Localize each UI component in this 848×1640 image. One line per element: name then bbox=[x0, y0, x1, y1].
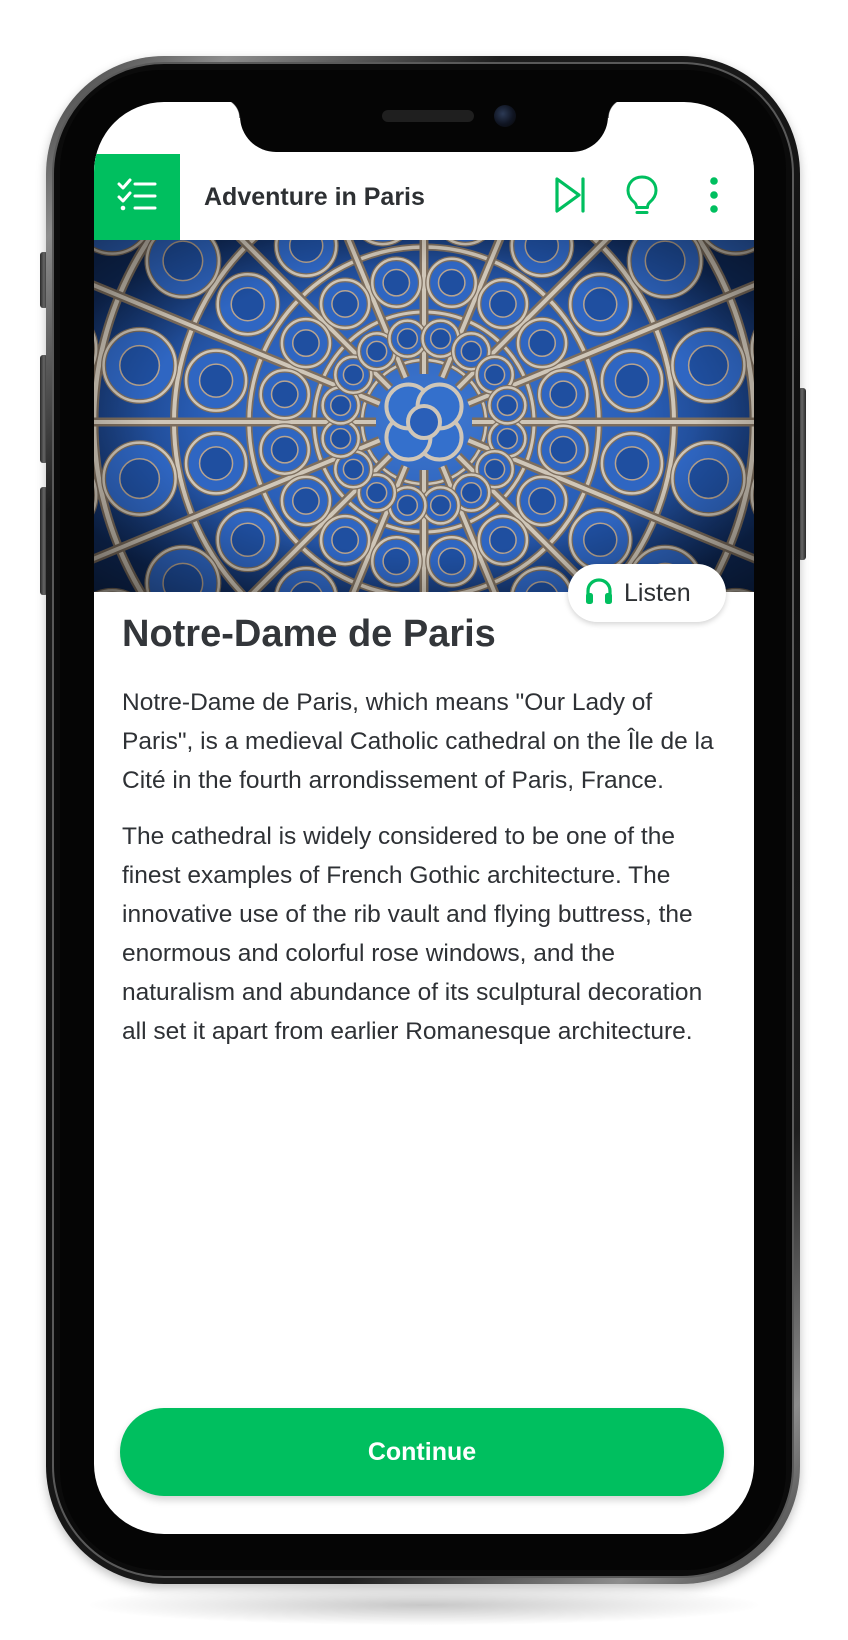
lightbulb-icon bbox=[625, 174, 659, 221]
listen-label: Listen bbox=[624, 578, 691, 607]
phone-screen: Adventure in Paris Listen Notre-Dame de … bbox=[94, 102, 754, 1534]
phone-shadow bbox=[90, 1585, 758, 1625]
app-title: Adventure in Paris bbox=[204, 182, 425, 211]
earpiece-speaker bbox=[382, 110, 474, 122]
article-paragraph: Notre-Dame de Paris, which means "Our La… bbox=[122, 689, 714, 794]
more-options-button[interactable] bbox=[692, 175, 736, 219]
checklist-icon bbox=[117, 178, 157, 217]
continue-label: Continue bbox=[367, 1437, 477, 1466]
app-header: Adventure in Paris bbox=[94, 154, 754, 240]
rose-window-illustration bbox=[94, 240, 754, 592]
skip-forward-icon bbox=[553, 175, 587, 220]
skip-button[interactable] bbox=[548, 175, 592, 219]
article-paragraph: The cathedral is widely considered to be… bbox=[122, 823, 703, 1045]
more-vertical-icon bbox=[708, 176, 720, 219]
notch bbox=[220, 102, 628, 152]
hero-image bbox=[94, 240, 754, 592]
headphones-icon bbox=[584, 577, 614, 610]
hint-button[interactable] bbox=[620, 175, 664, 219]
continue-button[interactable]: Continue bbox=[120, 1408, 724, 1496]
listen-button[interactable]: Listen bbox=[568, 564, 726, 622]
front-camera bbox=[494, 105, 516, 127]
stage: Adventure in Paris Listen Notre-Dame de … bbox=[0, 0, 848, 1640]
article-content: Notre-Dame de Paris Notre-Dame de Paris,… bbox=[122, 607, 722, 1051]
lesson-menu-button[interactable] bbox=[94, 154, 180, 240]
